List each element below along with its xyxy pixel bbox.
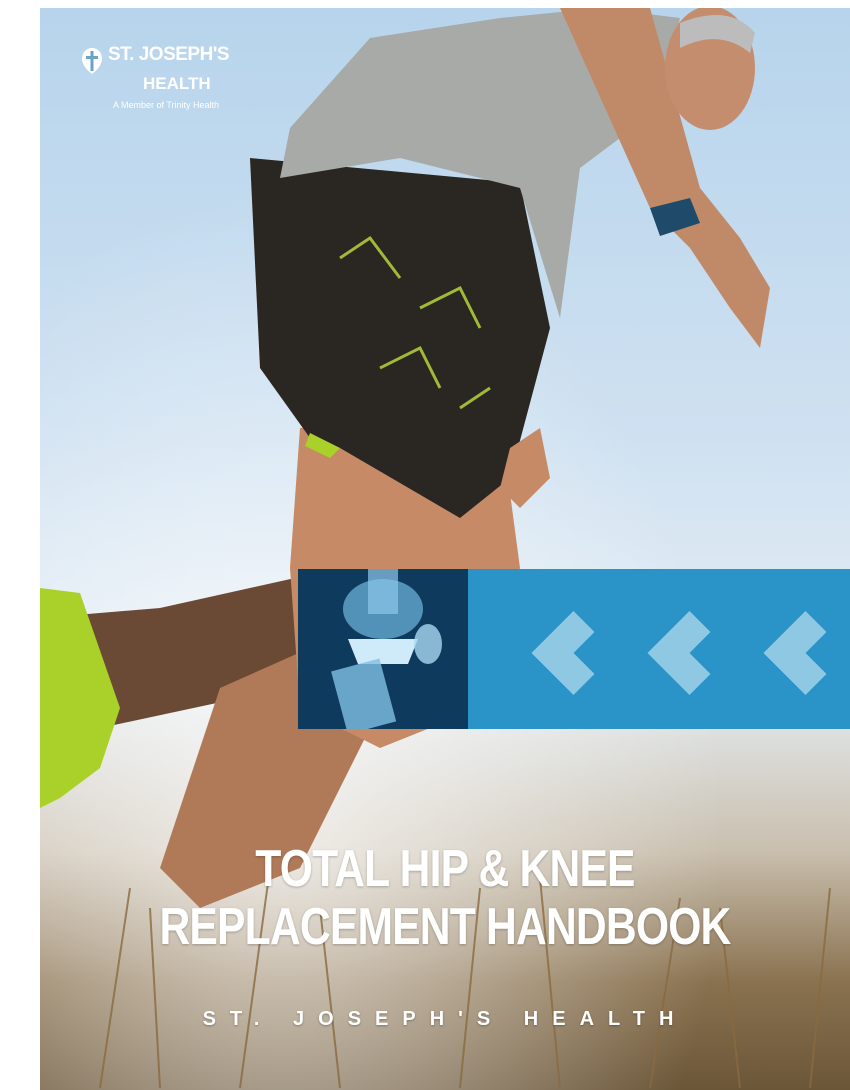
knee-xray-image — [298, 569, 468, 729]
cover-page: ST. JOSEPH'S HEALTH A Member of Trinity … — [40, 8, 850, 1090]
chevron-left-icon — [531, 611, 827, 695]
knee-banner — [298, 569, 850, 729]
logo-member-line: A Member of Trinity Health — [113, 100, 220, 110]
cross-heart-icon — [82, 48, 102, 74]
publisher-subtitle: ST. JOSEPH'S HEALTH — [202, 1008, 688, 1030]
title-line-1: TOTAL HIP & KNEE — [255, 840, 635, 898]
title-line-2: REPLACEMENT HANDBOOK — [159, 898, 731, 956]
chevron-row — [468, 569, 850, 729]
logo-name-line1: ST. JOSEPH'S — [108, 44, 230, 65]
st-josephs-logo: ST. JOSEPH'S HEALTH A Member of Trinity … — [80, 44, 280, 124]
handbook-title: TOTAL HIP & KNEE REPLACEMENT HANDBOOK — [113, 840, 777, 956]
logo-name-line2: HEALTH — [143, 74, 211, 93]
